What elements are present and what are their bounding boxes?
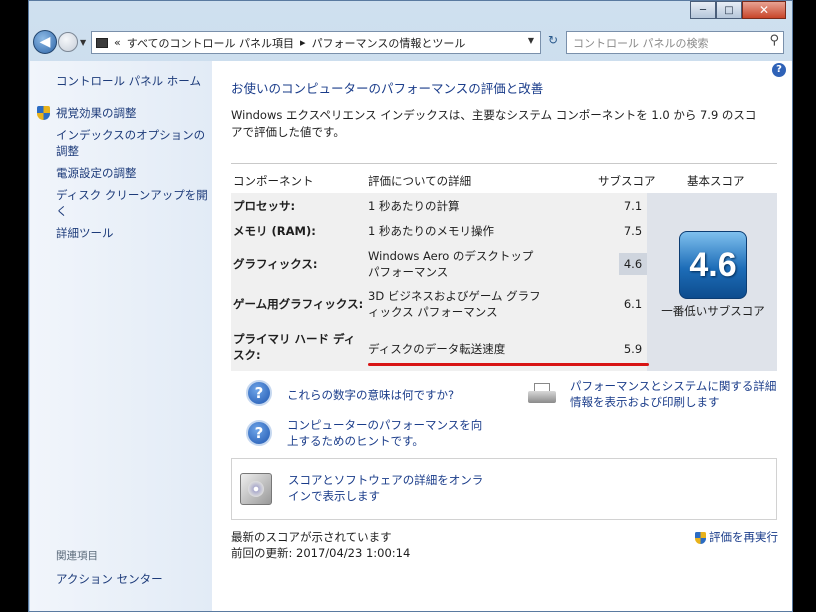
sidebar-item-advanced-tools[interactable]: 詳細ツール bbox=[36, 225, 208, 241]
sidebar-task-list: 視覚効果の調整 インデックスのオプションの調整 電源設定の調整 ディスク クリー… bbox=[36, 105, 208, 247]
content-area: コントロール パネル ホーム 視覚効果の調整 インデックスのオプションの調整 電… bbox=[30, 61, 792, 611]
meaning-link[interactable]: これらの数字の意味は何ですか? bbox=[287, 387, 497, 403]
search-placeholder: コントロール パネルの検索 bbox=[573, 36, 709, 50]
sidebar-item-label: 視覚効果の調整 bbox=[56, 106, 137, 120]
breadcrumb-overflow[interactable]: « bbox=[114, 36, 121, 49]
base-score-caption: 一番低いサブスコア bbox=[661, 304, 765, 318]
back-arrow-icon: ◀ bbox=[39, 34, 51, 50]
search-icon[interactable]: ⚲ bbox=[769, 33, 779, 48]
sidebar-item-label: 電源設定の調整 bbox=[56, 166, 137, 180]
sidebar-item-indexing-options[interactable]: インデックスのオプションの調整 bbox=[36, 127, 208, 159]
refresh-icon: ↻ bbox=[547, 33, 559, 47]
sidebar-item-label: 詳細ツール bbox=[56, 226, 114, 240]
shield-icon bbox=[37, 106, 50, 120]
breadcrumb-arrow-icon[interactable]: ▸ bbox=[300, 36, 306, 49]
rerun-label: 評価を再実行 bbox=[709, 530, 778, 544]
action-center-link[interactable]: アクション センター bbox=[56, 571, 163, 587]
back-button[interactable]: ◀ bbox=[33, 30, 57, 54]
subscore-value: 7.5 bbox=[623, 224, 643, 238]
component-name: プロセッサ: bbox=[233, 199, 296, 213]
print-details-link[interactable]: パフォーマンスとシステムに関する詳細情報を表示および印刷します bbox=[570, 378, 780, 410]
subscore-value: 5.9 bbox=[623, 342, 643, 356]
breadcrumb-performance[interactable]: パフォーマンスの情報とツール bbox=[312, 35, 466, 51]
subscore-value: 7.1 bbox=[623, 199, 643, 213]
subscore-value-lowest: 4.6 bbox=[619, 253, 647, 275]
online-details-box: スコアとソフトウェアの詳細をオンラインで表示します bbox=[231, 458, 777, 520]
header-component: コンポーネント bbox=[233, 174, 314, 188]
sidebar: コントロール パネル ホーム 視覚効果の調整 インデックスのオプションの調整 電… bbox=[30, 61, 212, 611]
component-name: ゲーム用グラフィックス: bbox=[233, 297, 364, 311]
component-desc: 1 秒あたりのメモリ操作 bbox=[368, 224, 494, 238]
component-desc: 1 秒あたりの計算 bbox=[368, 199, 460, 213]
maximize-button[interactable]: □ bbox=[716, 1, 742, 19]
minimize-button[interactable]: ─ bbox=[690, 1, 716, 19]
question-icon: ? bbox=[246, 420, 272, 446]
sidebar-item-power-settings[interactable]: 電源設定の調整 bbox=[36, 165, 208, 181]
address-dropdown-icon[interactable]: ▼ bbox=[528, 36, 534, 45]
sidebar-item-label: インデックスのオプションの調整 bbox=[56, 128, 206, 158]
subscore-value: 6.1 bbox=[623, 297, 643, 311]
page-title: お使いのコンピューターのパフォーマンスの評価と改善 bbox=[231, 81, 544, 96]
component-name: メモリ (RAM): bbox=[233, 224, 316, 238]
score-status: 最新のスコアが示されています 前回の更新: 2017/04/23 1:00:14 bbox=[231, 529, 410, 561]
refresh-button[interactable]: ↻ bbox=[544, 33, 562, 52]
header-subscore: サブスコア bbox=[598, 174, 656, 188]
address-bar[interactable]: « すべてのコントロール パネル項目 ▸ パフォーマンスの情報とツール ▼ bbox=[91, 31, 541, 54]
page-description: Windows エクスペリエンス インデックスは、主要なシステム コンポーネント… bbox=[231, 108, 757, 139]
latest-score-text: 最新のスコアが示されています bbox=[231, 530, 392, 544]
help-icon[interactable]: ? bbox=[772, 63, 786, 77]
sidebar-item-disk-cleanup[interactable]: ディスク クリーンアップを開く bbox=[36, 187, 208, 219]
sidebar-item-label: ディスク クリーンアップを開く bbox=[56, 188, 208, 218]
minimize-icon: ─ bbox=[699, 4, 707, 16]
sidebar-item-visual-effects[interactable]: 視覚効果の調整 bbox=[36, 105, 208, 121]
question-icon: ? bbox=[246, 380, 272, 406]
caption-buttons: ─ □ ✕ bbox=[690, 1, 786, 19]
software-disc-icon bbox=[240, 473, 272, 505]
score-table: コンポーネント 評価についての詳細 サブスコア 基本スコア プロセッサ: 1 秒… bbox=[231, 163, 777, 371]
close-icon: ✕ bbox=[758, 3, 770, 17]
tips-link[interactable]: コンピューターのパフォーマンスを向上するためのヒントです。 bbox=[287, 417, 487, 449]
base-score-badge: 4.6 bbox=[679, 231, 747, 299]
sidebar-home-link[interactable]: コントロール パネル ホーム bbox=[56, 73, 201, 89]
close-button[interactable]: ✕ bbox=[742, 1, 786, 19]
highlight-underline bbox=[368, 363, 649, 366]
header-details: 評価についての詳細 bbox=[368, 174, 472, 188]
printer-icon bbox=[528, 383, 556, 407]
control-panel-window: ─ □ ✕ ◀ ▼ « すべてのコントロール パネル項目 ▸ パフォーマンスの情… bbox=[28, 0, 793, 612]
online-details-link[interactable]: スコアとソフトウェアの詳細をオンラインで表示します bbox=[288, 472, 488, 504]
forward-button[interactable] bbox=[58, 32, 78, 52]
component-desc: ディスクのデータ転送速度 bbox=[368, 342, 506, 356]
component-desc: 3D ビジネスおよびゲーム グラフィックス パフォーマンス bbox=[368, 289, 541, 319]
control-panel-icon bbox=[96, 37, 108, 48]
breadcrumb-all-items[interactable]: すべてのコントロール パネル項目 bbox=[127, 35, 294, 51]
maximize-icon: □ bbox=[724, 4, 734, 16]
component-desc: Windows Aero のデスクトップ パフォーマンス bbox=[368, 249, 534, 279]
address-bar-row: ◀ ▼ « すべてのコントロール パネル項目 ▸ パフォーマンスの情報とツール … bbox=[29, 27, 792, 59]
component-name: グラフィックス: bbox=[233, 257, 318, 271]
main-pane: ? お使いのコンピューターのパフォーマンスの評価と改善 Windows エクスペ… bbox=[212, 61, 792, 611]
recent-pages-icon[interactable]: ▼ bbox=[80, 38, 86, 47]
related-heading: 関連項目 bbox=[56, 550, 98, 562]
shield-icon bbox=[695, 531, 706, 544]
rerun-assessment-link[interactable]: 評価を再実行 bbox=[694, 529, 778, 545]
table-body: プロセッサ: 1 秒あたりの計算 7.1 メモリ (RAM): 1 秒あたりのメ… bbox=[231, 193, 777, 371]
header-basescore: 基本スコア bbox=[687, 174, 745, 188]
table-header: コンポーネント 評価についての詳細 サブスコア 基本スコア bbox=[231, 163, 777, 193]
last-update-text: 前回の更新: 2017/04/23 1:00:14 bbox=[231, 546, 411, 560]
search-input[interactable]: コントロール パネルの検索 ⚲ bbox=[566, 31, 784, 54]
component-name: プライマリ ハード ディスク: bbox=[233, 332, 356, 362]
